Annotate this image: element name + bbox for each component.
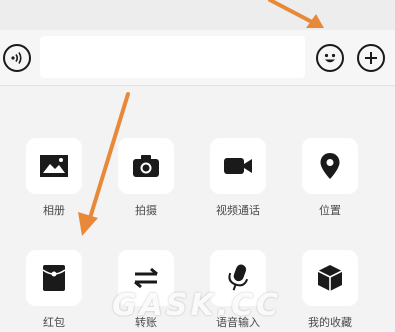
tile-label: 位置: [319, 204, 341, 217]
photo-icon: [40, 155, 68, 177]
tile-box: [118, 138, 174, 194]
tile-label: 视频通话: [216, 204, 260, 217]
transfer-icon: [134, 267, 158, 289]
tile-box: [210, 138, 266, 194]
watermark: GASK.CC: [112, 288, 282, 323]
plus-icon: [365, 52, 377, 64]
voice-icon: [11, 52, 22, 64]
chat-area-edge: [0, 0, 395, 30]
tile-box: [302, 250, 358, 306]
chat-input-bar: [0, 30, 395, 86]
tile-label: 相册: [43, 204, 65, 217]
tile-favorites[interactable]: 我的收藏: [299, 250, 361, 330]
tile-box: [26, 138, 82, 194]
favorites-cube-icon: [317, 265, 343, 291]
tile-label: 拍摄: [135, 204, 157, 217]
emoji-button[interactable]: [316, 44, 344, 72]
voice-button[interactable]: [3, 44, 31, 72]
video-call-icon: [224, 158, 252, 174]
tile-shoot[interactable]: 拍摄: [115, 138, 177, 218]
tile-label: 我的收藏: [308, 316, 352, 329]
red-packet-icon: [42, 265, 66, 291]
more-functions-button[interactable]: [357, 44, 385, 72]
tile-album[interactable]: 相册: [23, 138, 85, 218]
message-input[interactable]: [40, 36, 305, 78]
tile-red-packet[interactable]: 红包: [23, 250, 85, 330]
tile-video-call[interactable]: 视频通话: [207, 138, 269, 218]
camera-icon: [133, 155, 159, 177]
smiley-icon: [324, 53, 336, 63]
tile-box: [302, 138, 358, 194]
tile-box: [26, 250, 82, 306]
tile-location[interactable]: 位置: [299, 138, 361, 218]
tile-label: 红包: [43, 316, 65, 329]
location-icon: [320, 153, 340, 179]
